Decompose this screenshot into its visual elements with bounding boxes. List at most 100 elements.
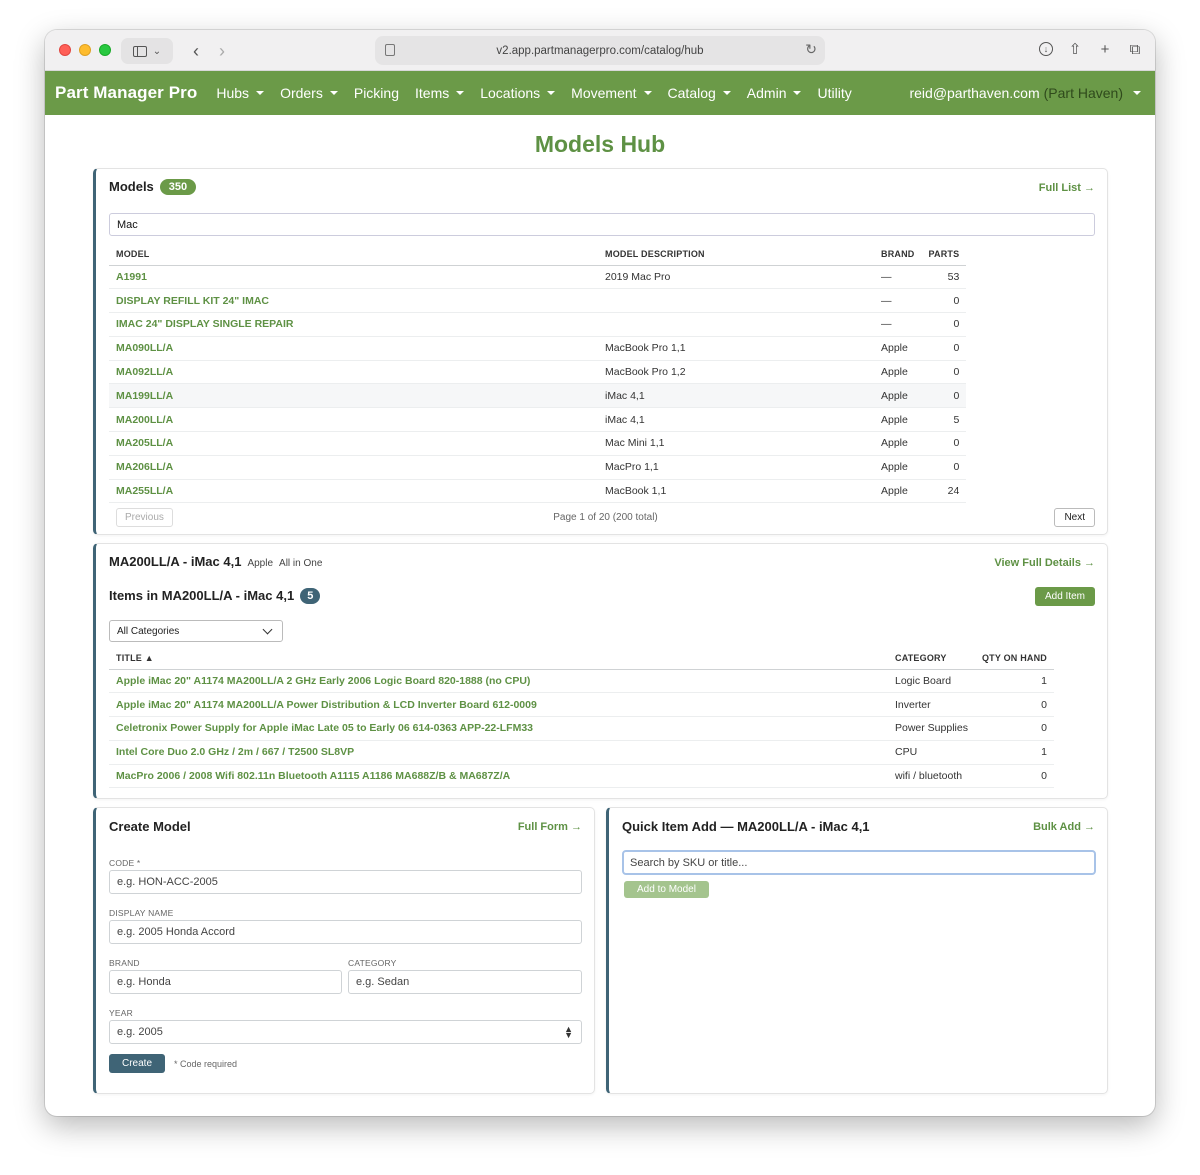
code-input[interactable]: e.g. HON-ACC-2005 bbox=[109, 870, 582, 894]
quick-add-card: Quick Item Add — MA200LL/A - iMac 4,1 Bu… bbox=[606, 807, 1108, 1094]
models-table-header: MODEL MODEL DESCRIPTION BRAND PARTS bbox=[109, 244, 967, 266]
model-code-link[interactable]: IMAC 24" DISPLAY SINGLE REPAIR bbox=[109, 312, 598, 337]
create-model-card: Create Model Full Form → CODE * e.g. HON… bbox=[93, 807, 595, 1094]
column-header-qty[interactable]: QTY ON HAND bbox=[974, 648, 1055, 670]
full-list-link[interactable]: Full List → bbox=[1039, 182, 1095, 194]
nav-item-catalog[interactable]: Catalog bbox=[668, 85, 731, 101]
brand-logo[interactable]: Part Manager Pro bbox=[55, 83, 197, 103]
column-header-model[interactable]: MODEL bbox=[109, 244, 598, 266]
item-category: Power Supplies bbox=[888, 716, 975, 741]
model-code-link[interactable]: A1991 bbox=[109, 265, 598, 290]
browser-actions: ↓ ⇧ + ⧉ bbox=[1039, 38, 1143, 60]
stepper-icon[interactable]: ▲ ▼ bbox=[564, 1025, 573, 1040]
category-select-value: All Categories bbox=[117, 625, 180, 637]
nav-item-hubs[interactable]: Hubs bbox=[216, 85, 265, 101]
selected-model-title: MA200LL/A - iMac 4,1 bbox=[109, 554, 242, 569]
add-item-button[interactable]: Add Item bbox=[1034, 587, 1095, 606]
add-to-model-button[interactable]: Add to Model bbox=[624, 881, 709, 898]
model-code-link[interactable]: MA092LL/A bbox=[109, 360, 598, 385]
model-row[interactable]: MA199LL/A iMac 4,1 Apple 0 bbox=[109, 383, 967, 409]
user-menu[interactable]: reid@parthaven.com (Part Haven) bbox=[909, 71, 1141, 115]
model-parts-count: 0 bbox=[921, 288, 967, 314]
tabs-overview-icon[interactable]: ⧉ bbox=[1127, 38, 1143, 60]
close-window-button[interactable] bbox=[59, 44, 71, 56]
model-code-link[interactable]: MA255LL/A bbox=[109, 479, 598, 504]
chevron-down-icon bbox=[262, 624, 273, 635]
sidebar-toggle-button[interactable]: ⌄ bbox=[121, 38, 173, 64]
model-brand: Apple bbox=[874, 383, 922, 409]
nav-item-picking[interactable]: Picking bbox=[354, 85, 399, 101]
item-title-link[interactable]: Celetronix Power Supply for Apple iMac L… bbox=[109, 716, 888, 741]
code-label: CODE * bbox=[109, 858, 141, 868]
nav-item-label: Items bbox=[415, 85, 450, 101]
model-code-link[interactable]: MA199LL/A bbox=[109, 383, 598, 409]
category-select[interactable]: All Categories bbox=[109, 620, 283, 642]
models-filter-input[interactable]: Mac bbox=[109, 213, 1095, 236]
forward-button[interactable]: › bbox=[211, 38, 233, 64]
reload-icon[interactable]: ↻ bbox=[805, 41, 817, 58]
item-title-link[interactable]: Apple iMac 20" A1174 MA200LL/A Power Dis… bbox=[109, 692, 888, 718]
model-row[interactable]: MA090LL/A MacBook Pro 1,1 Apple 0 bbox=[109, 336, 967, 361]
item-title-link[interactable]: Apple iMac 20" A1174 MA200LL/A 2 GHz Ear… bbox=[109, 669, 888, 694]
nav-item-label: Picking bbox=[353, 85, 399, 101]
browser-window: ⌄ ‹ › v2.app.partmanagerpro.com/catalog/… bbox=[45, 30, 1155, 1116]
model-row[interactable]: IMAC 24" DISPLAY SINGLE REPAIR —0 bbox=[109, 312, 967, 337]
create-button[interactable]: Create bbox=[109, 1054, 166, 1073]
item-row[interactable]: Apple iMac 20" A1174 MA200LL/A Power Dis… bbox=[109, 692, 1055, 718]
zoom-window-button[interactable] bbox=[99, 44, 111, 56]
nav-item-orders[interactable]: Orders bbox=[280, 85, 338, 101]
model-code-link[interactable]: MA206LL/A bbox=[109, 455, 598, 480]
full-form-link[interactable]: Full Form → bbox=[518, 821, 582, 833]
column-header-description[interactable]: MODEL DESCRIPTION bbox=[598, 244, 874, 266]
new-tab-icon[interactable]: + bbox=[1097, 38, 1113, 60]
sku-search-input[interactable]: Search by SKU or title... bbox=[622, 850, 1096, 875]
item-title-link[interactable]: MacPro 2006 / 2008 Wifi 802.11n Bluetoot… bbox=[109, 764, 888, 789]
back-button[interactable]: ‹ bbox=[185, 38, 207, 64]
column-header-category[interactable]: CATEGORY bbox=[888, 648, 975, 670]
nav-item-movement[interactable]: Movement bbox=[571, 85, 652, 101]
model-row[interactable]: MA206LL/A MacPro 1,1 Apple 0 bbox=[109, 455, 967, 480]
model-parts-count: 0 bbox=[921, 360, 967, 385]
item-row[interactable]: MacPro 2006 / 2008 Wifi 802.11n Bluetoot… bbox=[109, 764, 1055, 789]
url-text: v2.app.partmanagerpro.com/catalog/hub bbox=[496, 44, 704, 57]
model-description bbox=[598, 312, 874, 337]
user-email: reid@parthaven.com bbox=[909, 85, 1040, 101]
display-name-input[interactable]: e.g. 2005 Honda Accord bbox=[109, 920, 582, 944]
model-row[interactable]: A1991 2019 Mac Pro —53 bbox=[109, 265, 967, 290]
nav-item-admin[interactable]: Admin bbox=[747, 85, 802, 101]
column-header-title[interactable]: TITLE ▲ bbox=[109, 648, 888, 670]
view-full-details-link[interactable]: View Full Details → bbox=[994, 557, 1095, 569]
model-code-link[interactable]: MA200LL/A bbox=[109, 407, 598, 433]
create-model-title: Create Model bbox=[109, 819, 191, 834]
column-header-parts[interactable]: PARTS bbox=[921, 244, 967, 266]
column-header-brand[interactable]: BRAND bbox=[874, 244, 922, 266]
next-page-button[interactable]: Next bbox=[1054, 508, 1095, 527]
model-row[interactable]: MA200LL/A iMac 4,1 Apple 5 bbox=[109, 407, 967, 433]
tenant-name: (Part Haven) bbox=[1043, 85, 1123, 101]
download-icon[interactable]: ↓ bbox=[1039, 42, 1053, 56]
model-code-link[interactable]: MA205LL/A bbox=[109, 431, 598, 456]
model-brand: Apple bbox=[874, 336, 922, 361]
model-row[interactable]: MA092LL/A MacBook Pro 1,2 Apple 0 bbox=[109, 360, 967, 385]
model-row[interactable]: MA255LL/A MacBook 1,1 Apple 24 bbox=[109, 479, 967, 504]
model-row[interactable]: DISPLAY REFILL KIT 24" IMAC —0 bbox=[109, 288, 967, 314]
model-brand: Apple bbox=[874, 360, 922, 385]
model-row[interactable]: MA205LL/A Mac Mini 1,1 Apple 0 bbox=[109, 431, 967, 456]
category-input[interactable]: e.g. Sedan bbox=[348, 970, 582, 994]
share-icon[interactable]: ⇧ bbox=[1067, 38, 1083, 60]
minimize-window-button[interactable] bbox=[79, 44, 91, 56]
item-title-link[interactable]: Intel Core Duo 2.0 GHz / 2m / 667 / T250… bbox=[109, 740, 888, 765]
bulk-add-link[interactable]: Bulk Add → bbox=[1033, 821, 1095, 833]
nav-item-items[interactable]: Items bbox=[415, 85, 465, 101]
item-row[interactable]: Intel Core Duo 2.0 GHz / 2m / 667 / T250… bbox=[109, 740, 1055, 765]
model-code-link[interactable]: DISPLAY REFILL KIT 24" IMAC bbox=[109, 288, 598, 314]
year-input[interactable]: e.g. 2005 ▲ ▼ bbox=[109, 1020, 582, 1044]
nav-item-utility[interactable]: Utility bbox=[817, 85, 851, 101]
item-row[interactable]: Apple iMac 20" A1174 MA200LL/A 2 GHz Ear… bbox=[109, 669, 1055, 694]
nav-item-locations[interactable]: Locations bbox=[480, 85, 556, 101]
item-category: Logic Board bbox=[888, 669, 975, 694]
item-row[interactable]: Celetronix Power Supply for Apple iMac L… bbox=[109, 716, 1055, 741]
address-bar[interactable]: v2.app.partmanagerpro.com/catalog/hub ↻ bbox=[375, 36, 825, 65]
model-code-link[interactable]: MA090LL/A bbox=[109, 336, 598, 361]
brand-input[interactable]: e.g. Honda bbox=[109, 970, 342, 994]
